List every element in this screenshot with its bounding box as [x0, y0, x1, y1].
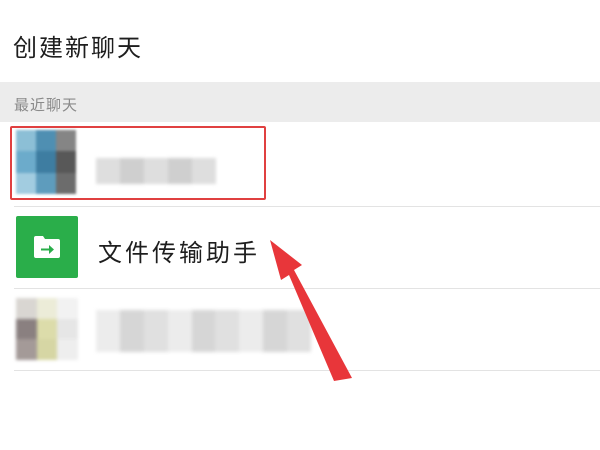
annotation-arrow — [270, 240, 352, 381]
